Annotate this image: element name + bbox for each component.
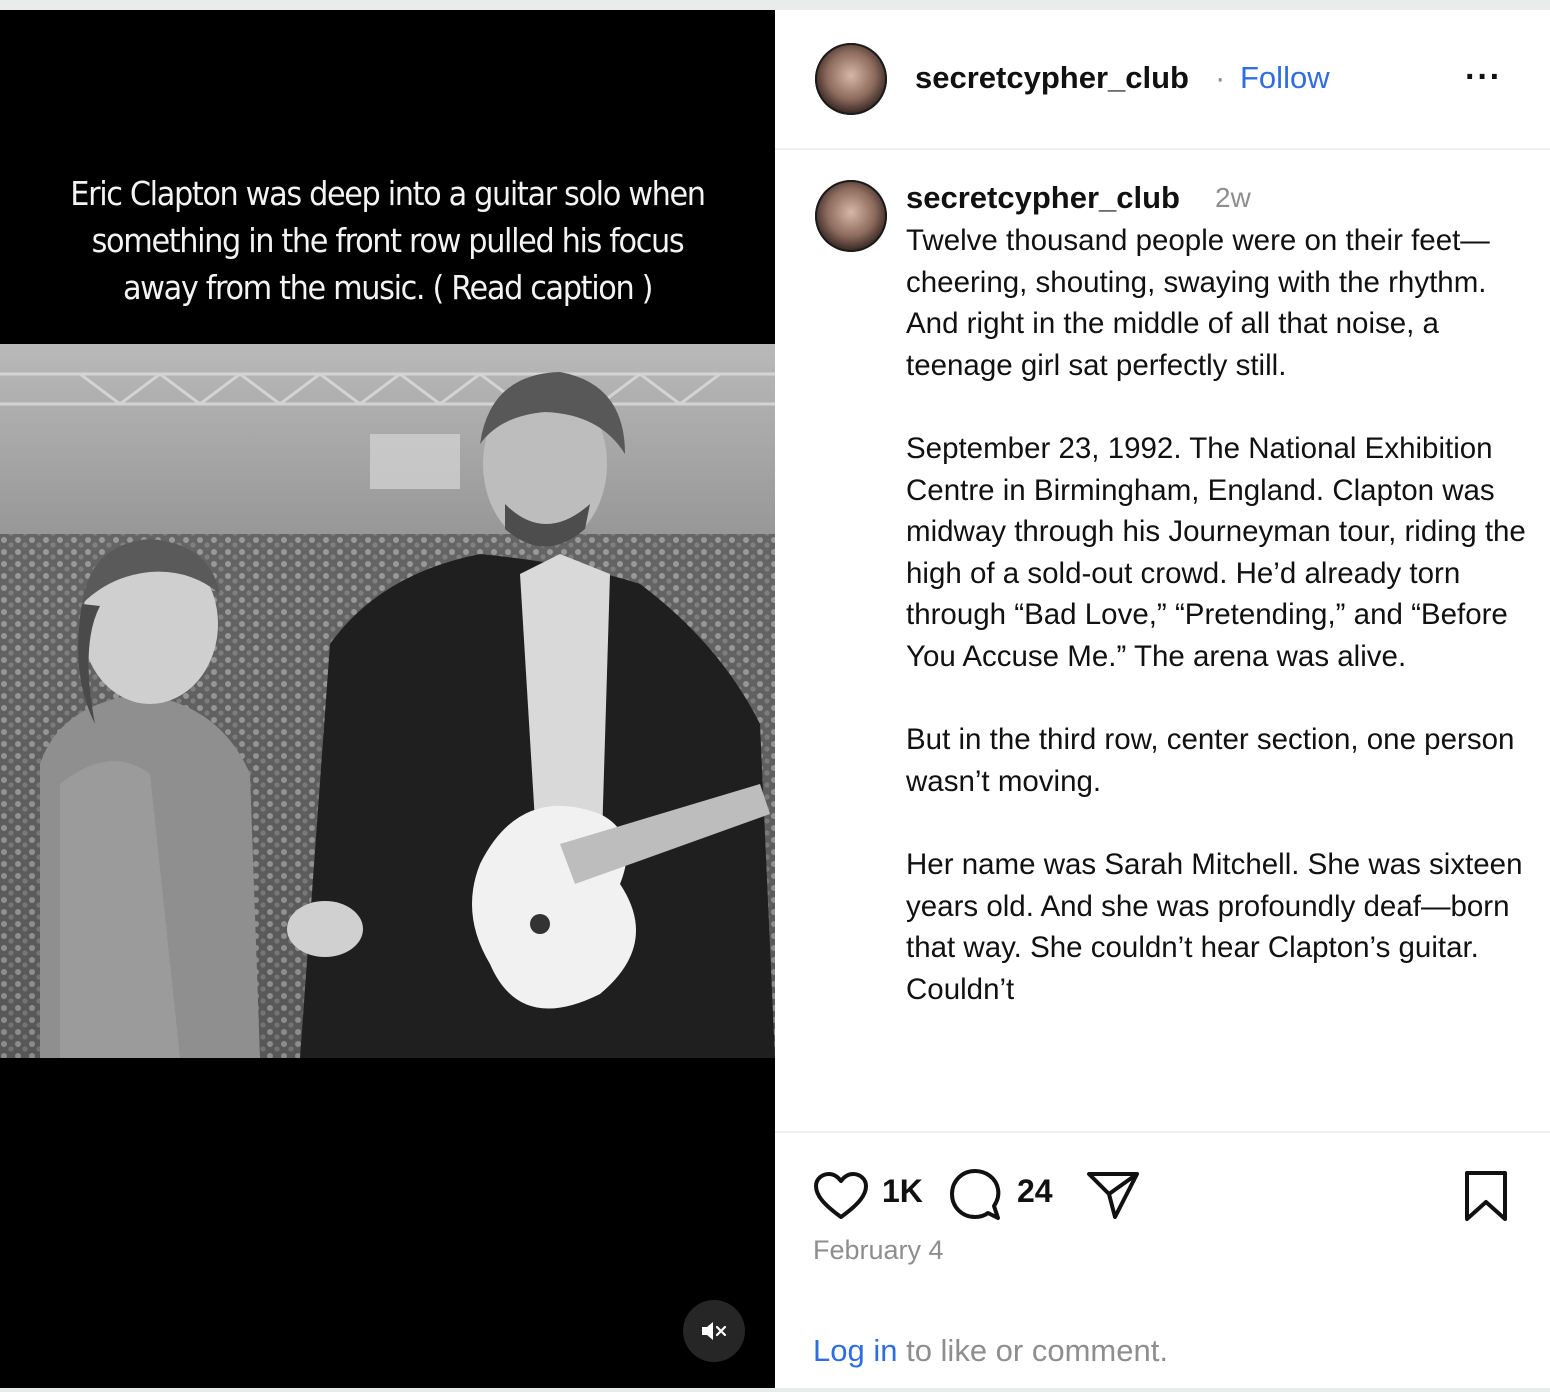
separator-dot: · (1215, 60, 1226, 95)
overlay-line: away from the music. ( Read caption ) (122, 268, 653, 307)
post-date: February 4 (813, 1235, 944, 1265)
video-overlay-caption: Eric Clapton was deep into a guitar solo… (68, 170, 707, 311)
caption-section[interactable]: secretcypher_club 2w Twelve thousand peo… (775, 150, 1550, 1131)
bookmark-icon[interactable] (1463, 1169, 1509, 1223)
concert-photo (0, 344, 775, 1058)
heart-icon[interactable] (813, 1171, 869, 1221)
author-username[interactable]: secretcypher_club (915, 60, 1189, 96)
mute-button[interactable] (683, 1300, 745, 1362)
comment-count[interactable]: 24 (1017, 1173, 1053, 1210)
post-media[interactable]: Eric Clapton was deep into a guitar solo… (0, 10, 775, 1388)
login-prompt-text: to like or comment. (897, 1333, 1168, 1368)
caption-author-username[interactable]: secretcypher_club (906, 180, 1180, 216)
share-icon[interactable] (1085, 1169, 1141, 1221)
caption-author-avatar[interactable] (815, 180, 887, 252)
like-count[interactable]: 1K (882, 1173, 923, 1210)
caption-timestamp[interactable]: 2w (1215, 182, 1251, 214)
speaker-muted-icon (702, 1322, 727, 1340)
post-details-panel: secretcypher_club · Follow ··· secretcyp… (775, 10, 1550, 1388)
login-prompt: Log in to like or comment. (813, 1333, 1168, 1369)
post-dialog: Eric Clapton was deep into a guitar solo… (0, 10, 1550, 1388)
caption-text: Twelve thousand people were on their fee… (906, 224, 1526, 1006)
comment-icon[interactable] (948, 1168, 1002, 1222)
overlay-line: something in the front row pulled his fo… (91, 221, 685, 260)
more-options-icon[interactable]: ··· (1465, 58, 1502, 97)
login-link[interactable]: Log in (813, 1333, 897, 1368)
post-header: secretcypher_club · Follow ··· (775, 10, 1550, 150)
concert-photo-illustration (0, 344, 775, 1058)
follow-button[interactable]: Follow (1240, 60, 1330, 96)
post-actions: 1K 24 February 4 Log in to like or comme… (775, 1131, 1550, 1390)
overlay-line: Eric Clapton was deep into a guitar solo… (70, 174, 706, 213)
author-avatar[interactable] (815, 43, 887, 115)
